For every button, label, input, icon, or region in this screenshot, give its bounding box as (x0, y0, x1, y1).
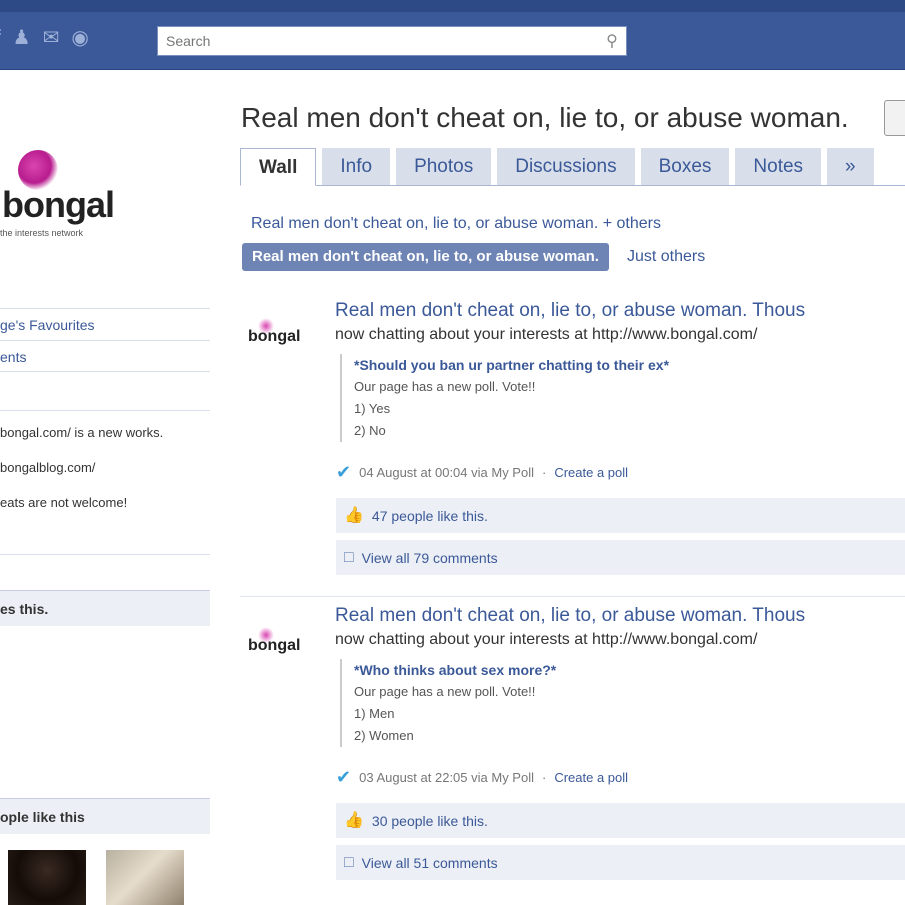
likes-count[interactable]: 30 people like this. (372, 803, 488, 839)
top-icons: f ♟ ✉ ◉ (0, 26, 89, 50)
comments-row: □ View all 79 comments (336, 540, 905, 576)
comment-icon: □ (344, 548, 354, 566)
poll-attachment: *Should you ban ur partner chatting to t… (340, 354, 780, 442)
tab-boxes[interactable]: Boxes (640, 148, 730, 185)
people-row (0, 848, 210, 905)
story-author[interactable]: Real men don't cheat on, lie to, or abus… (335, 300, 805, 322)
side-links: ge's Favourites ents (0, 308, 210, 372)
likes-row: 👍 47 people like this. (336, 498, 905, 534)
logo-icon[interactable]: f (0, 26, 1, 50)
poll-attachment: *Who thinks about sex more?* Our page ha… (340, 659, 780, 747)
left-column: bongal the interests network ge's Favour… (0, 100, 210, 905)
notifications-icon[interactable]: ◉ (71, 26, 88, 50)
poll-option: 2) Women (354, 728, 414, 743)
story-timestamp: 04 August at 00:04 via My Poll (359, 465, 534, 480)
search-box[interactable]: ⚲ (157, 26, 627, 56)
thumbs-up-icon: 👍 (344, 506, 364, 524)
tab-wall[interactable]: Wall (240, 148, 317, 186)
story-avatar-text: bongal (248, 637, 301, 654)
poll-intro: Our page has a new poll. Vote!! (354, 379, 536, 394)
story-avatar[interactable]: bongal (248, 623, 318, 663)
likes-count[interactable]: 47 people like this. (372, 498, 488, 534)
info-line: bongal.com/ is a new works. (0, 425, 164, 440)
side-link-favourites[interactable]: ge's Favourites (0, 308, 210, 340)
top-bar: f ♟ ✉ ◉ ⚲ (0, 0, 905, 70)
friend-requests-icon[interactable]: ♟ (13, 26, 31, 50)
view-comments-link[interactable]: View all 51 comments (362, 845, 498, 881)
comment-icon: □ (344, 853, 354, 871)
likes-row: 👍 30 people like this. (336, 803, 905, 839)
tab-info[interactable]: Info (322, 148, 391, 185)
bird-icon: ✔ (336, 462, 352, 482)
wall-filter-all[interactable]: Real men don't cheat on, lie to, or abus… (251, 215, 661, 233)
wall-filter-row: Real men don't cheat on, lie to, or abus… (242, 243, 705, 271)
people-section-heading: ople like this (0, 798, 210, 834)
logo-subtitle: the interests network (0, 228, 84, 238)
wall-filter-others[interactable]: Just others (627, 248, 705, 266)
profile-action-button[interactable] (884, 100, 905, 136)
story-text: now chatting about your interests at htt… (335, 326, 758, 343)
tab-photos[interactable]: Photos (396, 148, 492, 185)
create-poll-link[interactable]: Create a poll (554, 465, 628, 480)
view-comments-link[interactable]: View all 79 comments (362, 540, 498, 576)
poll-option: 2) No (354, 423, 386, 438)
profile-tabs: Wall Info Photos Discussions Boxes Notes… (240, 148, 905, 186)
search-input[interactable] (158, 28, 598, 54)
bird-icon: ✔ (336, 767, 352, 787)
story-text: now chatting about your interests at htt… (335, 631, 758, 648)
messages-icon[interactable]: ✉ (43, 26, 60, 50)
story-avatar-text: bongal (248, 328, 301, 345)
tab-more[interactable]: » (827, 148, 874, 185)
thumbs-up-icon: 👍 (344, 811, 364, 829)
avatar[interactable] (106, 850, 184, 905)
likes-section-heading: es this. (0, 590, 210, 626)
story-timestamp: 03 August at 22:05 via My Poll (359, 770, 534, 785)
avatar[interactable] (8, 850, 86, 905)
info-line[interactable]: bongalblog.com/ (0, 458, 210, 477)
logo-text: bongal (2, 184, 115, 225)
wall-story: bongal Real men don't cheat on, lie to, … (240, 292, 905, 582)
info-box: bongal.com/ is a new works. bongalblog.c… (0, 410, 210, 555)
page-title: Real men don't cheat on, lie to, or abus… (241, 102, 849, 133)
poll-question[interactable]: *Should you ban ur partner chatting to t… (354, 354, 780, 376)
comments-row: □ View all 51 comments (336, 845, 905, 881)
profile-picture[interactable]: bongal the interests network (0, 100, 210, 285)
wall-story: bongal Real men don't cheat on, lie to, … (240, 596, 905, 896)
tab-discussions[interactable]: Discussions (497, 148, 635, 185)
search-icon[interactable]: ⚲ (598, 31, 626, 51)
poll-option: 1) Men (354, 706, 395, 721)
story-meta: ✔ 03 August at 22:05 via My Poll · Creat… (336, 767, 629, 787)
poll-question[interactable]: *Who thinks about sex more?* (354, 659, 780, 681)
wall-filter-page[interactable]: Real men don't cheat on, lie to, or abus… (242, 243, 609, 271)
create-poll-link[interactable]: Create a poll (554, 770, 628, 785)
side-link-events[interactable]: ents (0, 340, 210, 372)
tab-notes[interactable]: Notes (735, 148, 822, 185)
poll-intro: Our page has a new poll. Vote!! (354, 684, 536, 699)
story-avatar[interactable]: bongal (248, 314, 318, 354)
top-strip (0, 0, 905, 12)
poll-option: 1) Yes (354, 401, 391, 416)
story-meta: ✔ 04 August at 00:04 via My Poll · Creat… (336, 462, 629, 482)
info-line: eats are not welcome! (0, 495, 128, 510)
story-author[interactable]: Real men don't cheat on, lie to, or abus… (335, 605, 805, 627)
